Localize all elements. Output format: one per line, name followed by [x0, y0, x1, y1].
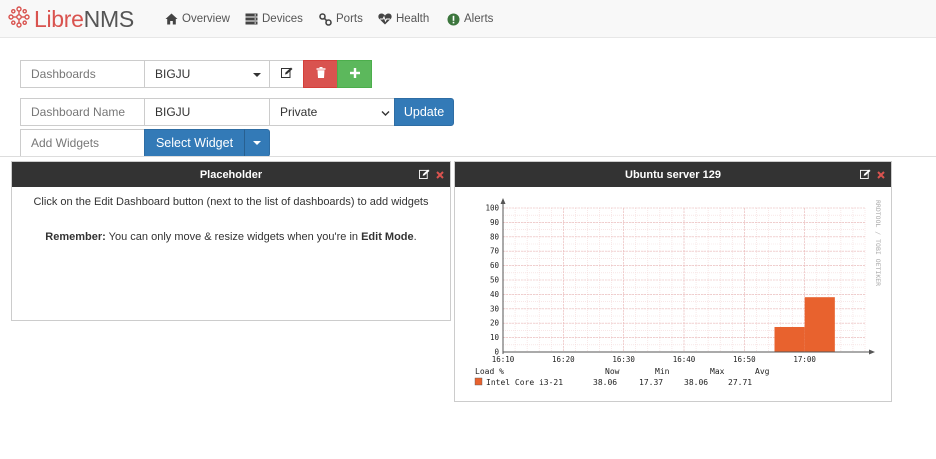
y-axis-arrow [500, 198, 506, 204]
remember-note: Remember: You can only move & resize wid… [24, 231, 438, 243]
logo-mark-icon [8, 5, 30, 33]
x-tick-label: 16:50 [733, 355, 756, 364]
heartbeat-icon [378, 12, 392, 26]
x-tick-label: 16:10 [492, 355, 515, 364]
close-widget-icon[interactable] [436, 170, 444, 182]
nav-overview[interactable]: Overview [164, 10, 230, 28]
legend-header: Now [605, 367, 620, 376]
select-widget-button[interactable]: Select Widget [144, 129, 245, 157]
dashboard-name-label: Dashboard Name [20, 98, 145, 126]
y-tick-label: 100 [485, 204, 499, 213]
y-tick-label: 70 [490, 247, 500, 256]
remember-text: You can only move & resize widgets when … [105, 231, 362, 243]
x-tick-label: 16:40 [673, 355, 696, 364]
legend-header: Load % [475, 367, 504, 376]
chevron-down-icon [381, 107, 390, 121]
legend-cell: 17.37 [639, 378, 663, 387]
edit-widget-icon[interactable] [419, 169, 430, 182]
edit-widget-icon[interactable] [860, 169, 871, 182]
delete-dashboard-button[interactable] [303, 60, 338, 88]
dashboards-label: Dashboards [20, 60, 145, 88]
legend-header: Avg [755, 367, 770, 376]
home-icon [164, 12, 178, 26]
y-tick-label: 90 [490, 218, 500, 227]
y-tick-label: 20 [490, 319, 500, 328]
legend-swatch [474, 377, 483, 386]
x-tick-label: 17:00 [793, 355, 816, 364]
nav-devices-label: Devices [262, 13, 303, 25]
legend-cell: 27.71 [728, 378, 752, 387]
y-tick-label: 60 [490, 261, 500, 270]
placeholder-widget-title: Placeholder [199, 168, 263, 181]
legend-cell: 38.06 [593, 378, 617, 387]
nav-alerts[interactable]: Alerts [446, 10, 493, 28]
access-select[interactable]: Private [269, 98, 395, 126]
nav-ports-label: Ports [336, 13, 363, 25]
librenms-logo[interactable]: LibreNMS [8, 6, 134, 32]
nav-overview-label: Overview [182, 13, 230, 25]
access-select-value: Private [280, 105, 318, 119]
update-button[interactable]: Update [394, 98, 454, 126]
caret-down-icon [253, 141, 261, 145]
toolbar-divider [0, 156, 936, 157]
y-tick-label: 10 [490, 333, 500, 342]
brand-libre: Libre [34, 5, 84, 32]
graph-widget-header[interactable]: Ubuntu server 129 [455, 162, 891, 187]
dashboard-name-input[interactable]: BIGJU [144, 98, 270, 126]
chevron-down-icon [253, 73, 261, 77]
legend-cell: Intel Core i3-21 [486, 378, 563, 387]
placeholder-message: Click on the Edit Dashboard button (next… [33, 196, 429, 208]
remember-period: . [413, 231, 417, 243]
nav-health-label: Health [396, 13, 430, 25]
nav-alerts-label: Alerts [464, 13, 494, 25]
dashboard-select[interactable]: BIGJU [144, 60, 270, 88]
remember-bold: Remember: [45, 231, 106, 243]
x-tick-label: 16:20 [552, 355, 575, 364]
server-icon [244, 12, 258, 26]
add-dashboard-button[interactable] [337, 60, 372, 88]
x-tick-label: 16:30 [612, 355, 635, 364]
graph-widget: Ubuntu server 129 0 10 20 30 40 50 60 70 80 90 100… [454, 161, 892, 402]
edit-icon [280, 67, 293, 81]
plus-icon [349, 67, 360, 81]
edit-mode-text: Edit Mode [361, 231, 414, 243]
series-area-segment [774, 326, 805, 352]
placeholder-widget-header[interactable]: Placeholder [12, 162, 450, 187]
load-graph[interactable]: 010203040506070809010016:10 16:20 16:30 16:… [455, 188, 891, 400]
trash-icon [316, 67, 326, 81]
y-tick-label: 80 [490, 232, 500, 241]
exclamation-circle-icon [446, 12, 460, 26]
rrdtool-watermark: RRDTOOL / TOBI OETIKER [874, 200, 882, 286]
brand-nms: NMS [83, 5, 135, 32]
legend-cell: 38.06 [684, 378, 708, 387]
close-widget-icon[interactable] [877, 170, 885, 182]
nav-ports[interactable]: Ports [318, 10, 363, 28]
y-tick-label: 30 [490, 304, 500, 313]
nav-health[interactable]: Health [378, 10, 429, 28]
legend-header: Max [710, 367, 725, 376]
graph-legend: Load % Now Min Max Avg Intel Core i3-21 38.06 1… [474, 367, 770, 387]
x-axis-arrow [869, 349, 875, 355]
placeholder-widget: Placeholder Click on the Edit Dashboard … [11, 161, 451, 321]
y-tick-label: 50 [490, 276, 500, 285]
link-icon [318, 12, 332, 26]
graph-labels: 010203040506070809010016:10 16:20 16:30 16:… [485, 204, 816, 365]
y-tick-label: 40 [490, 290, 500, 299]
graph-widget-title: Ubuntu server 129 [625, 168, 721, 181]
top-navbar: LibreNMS Overview Devices Ports Health A… [0, 0, 936, 38]
select-widget-dropdown-toggle[interactable] [244, 129, 270, 157]
edit-dashboard-button[interactable] [269, 60, 304, 88]
dashboard-select-value: BIGJU [155, 67, 191, 81]
add-widgets-label: Add Widgets [20, 129, 145, 157]
series-area-segment [804, 297, 835, 352]
legend-header: Min [655, 367, 670, 376]
nav-devices[interactable]: Devices [244, 10, 303, 28]
